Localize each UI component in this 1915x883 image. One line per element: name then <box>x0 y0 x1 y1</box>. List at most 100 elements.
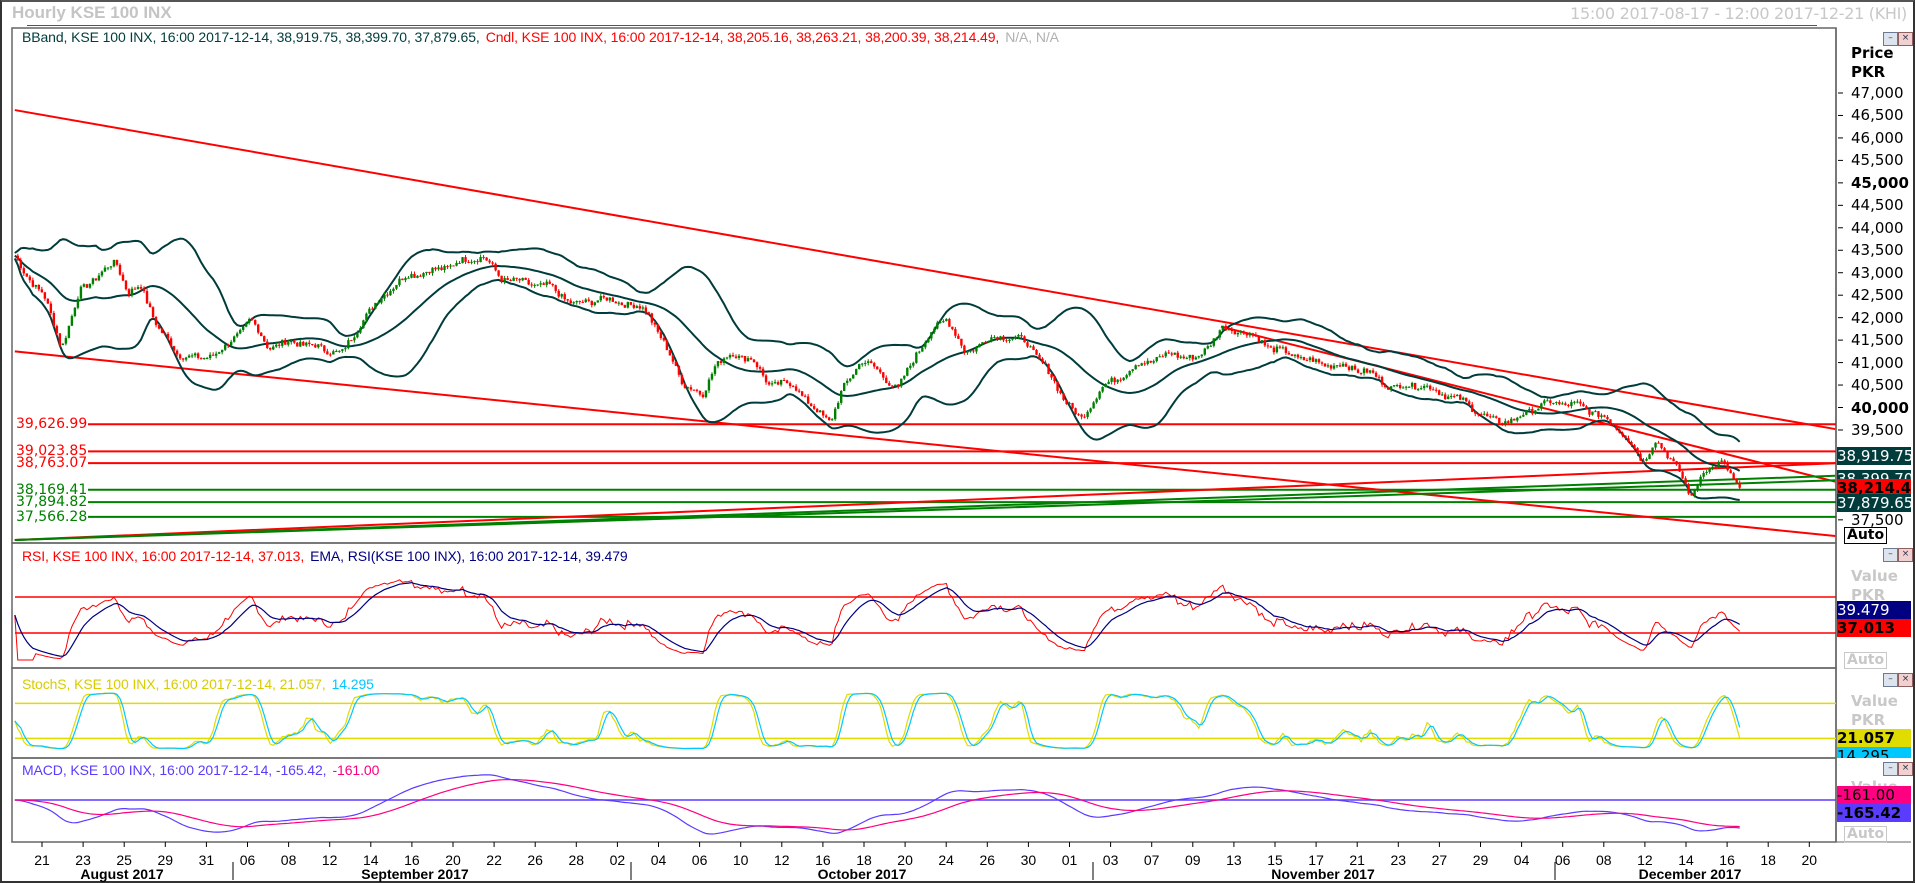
level-label: 37,566.28 <box>16 508 88 525</box>
candle-body <box>1588 409 1591 415</box>
candle-body <box>551 283 554 286</box>
candle-body <box>136 287 140 289</box>
pane-minimize-button[interactable]: – <box>1883 673 1898 687</box>
candle-body <box>1501 423 1504 425</box>
candle <box>1350 365 1354 372</box>
candle-body <box>647 312 651 314</box>
candle <box>497 270 500 277</box>
candle-body <box>1398 385 1402 388</box>
pane-minimize-button[interactable]: – <box>1883 762 1898 776</box>
pane-minimize-button[interactable]: – <box>1883 32 1898 46</box>
candle-body <box>1056 381 1059 391</box>
stoch-value-box: 21.057 <box>1837 729 1911 747</box>
candle-body <box>235 333 239 337</box>
candle <box>1083 414 1086 419</box>
candle <box>752 358 756 363</box>
candle <box>1326 363 1330 368</box>
candle-body <box>1648 454 1651 459</box>
candle-body <box>815 408 819 413</box>
candle-body <box>1167 352 1170 354</box>
candle-body <box>1224 325 1228 331</box>
candle <box>1459 393 1462 401</box>
candle <box>362 319 365 329</box>
candle-body <box>220 349 224 353</box>
candle-body <box>1723 460 1726 463</box>
candle <box>710 372 714 381</box>
candle-body <box>139 287 143 289</box>
candle <box>136 285 140 290</box>
candle <box>94 278 98 281</box>
candle <box>76 296 80 310</box>
candle <box>560 293 563 299</box>
candle <box>824 414 828 419</box>
candle-body <box>1071 403 1074 409</box>
candle-body <box>1636 447 1639 454</box>
pane-close-button[interactable]: × <box>1898 762 1913 776</box>
candle <box>1182 354 1185 360</box>
candle-body <box>1498 417 1501 424</box>
candle-body <box>1035 349 1038 355</box>
candle <box>767 380 771 386</box>
candle <box>124 280 128 291</box>
candle-body <box>1134 365 1137 370</box>
candle <box>1380 375 1384 387</box>
candle-body <box>554 285 557 291</box>
candle-body <box>1098 391 1101 399</box>
candle-body <box>1014 336 1017 339</box>
price-auto-button[interactable]: Auto <box>1844 527 1888 544</box>
bollinger-upper <box>14 237 1741 443</box>
candle <box>61 343 65 346</box>
stoch-legend-item: StochS, KSE 100 INX, 16:00 2017-12-14, 2… <box>22 676 326 692</box>
candle-body <box>824 415 828 418</box>
candle-body <box>1669 458 1672 460</box>
candle <box>431 267 434 276</box>
chart-canvas[interactable] <box>0 0 1915 883</box>
candle <box>1579 399 1582 407</box>
candle-body <box>1389 386 1393 390</box>
candle <box>1597 411 1600 420</box>
candle-body <box>1173 352 1176 355</box>
stoch-legend-item: 14.295 <box>331 676 374 692</box>
candle-body <box>1113 377 1116 383</box>
candle <box>1170 351 1173 357</box>
candle-body <box>338 350 341 352</box>
price-tick-label: 40,000 <box>1851 398 1909 417</box>
candle <box>1519 415 1522 419</box>
candle <box>641 305 645 311</box>
candle <box>1329 364 1333 371</box>
candle-body <box>518 278 521 281</box>
pane-close-button[interactable]: × <box>1898 32 1913 46</box>
candle-body <box>1711 466 1714 469</box>
candle <box>419 274 422 277</box>
candle <box>812 403 816 411</box>
candle <box>548 279 551 285</box>
candle <box>269 347 272 351</box>
candle <box>1732 471 1735 480</box>
candle-body <box>821 410 825 416</box>
candle-body <box>199 357 203 359</box>
pane-minimize-button[interactable]: – <box>1883 548 1898 562</box>
price-legend: BBand, KSE 100 INX, 16:00 2017-12-14, 38… <box>22 29 1065 45</box>
candle-body <box>1416 389 1420 391</box>
pane-close-button[interactable]: × <box>1898 673 1913 687</box>
candle <box>1540 402 1543 411</box>
candle-body <box>151 307 155 318</box>
macd-auto-button[interactable]: Auto <box>1844 826 1888 843</box>
candle-body <box>281 339 284 346</box>
pane-close-button[interactable]: × <box>1898 548 1913 562</box>
candle <box>296 342 299 347</box>
candle <box>1489 413 1492 419</box>
candle <box>1014 335 1017 340</box>
candle <box>788 381 792 389</box>
candle <box>73 306 77 318</box>
candle-body <box>506 278 509 281</box>
rsi-auto-button[interactable]: Auto <box>1844 652 1888 669</box>
candle <box>263 335 266 343</box>
candle-body <box>512 277 515 281</box>
candle <box>839 390 843 405</box>
candle-body <box>1329 365 1333 369</box>
candle <box>359 326 362 334</box>
candle-body <box>470 261 473 263</box>
candle-body <box>1194 357 1197 360</box>
candle-body <box>1005 340 1008 342</box>
